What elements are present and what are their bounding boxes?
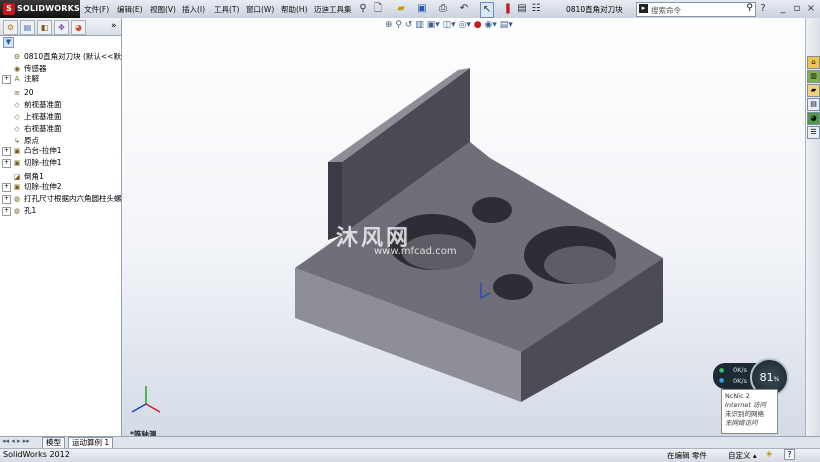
large-right-hole-bottom: [544, 246, 616, 284]
triad-z-axis: [131, 403, 147, 413]
tooltip-internet: Internet 访问: [725, 401, 766, 409]
download-speed: 0K/s: [733, 377, 747, 385]
custom-properties-icon[interactable]: ☰: [807, 126, 820, 139]
small-bottom-hole: [493, 274, 533, 300]
design-library-icon[interactable]: ▥: [807, 70, 820, 83]
tooltip-access: 无网络访问: [725, 419, 758, 427]
watermark-url: www.mfcad.com: [374, 246, 457, 257]
rebuild-status-icon[interactable]: ◈: [766, 449, 772, 458]
upload-speed: 0K/s: [733, 366, 747, 374]
status-units[interactable]: 自定义 ▴: [728, 450, 757, 461]
network-tooltip: NcNic 2 Internet 访问 未识别的网络 无网络访问: [721, 389, 778, 434]
resources-icon[interactable]: ⌂: [807, 56, 820, 69]
appearances-icon[interactable]: ◕: [807, 112, 820, 125]
upload-arrow-icon: ●: [719, 367, 725, 374]
cpu-usage-unit: %: [773, 376, 780, 383]
status-mode: 在编辑 零件: [667, 451, 707, 460]
tooltip-adapter: NcNic 2: [725, 392, 750, 400]
cpu-usage-value: 81: [759, 371, 774, 384]
tab-scroll-arrows-icon[interactable]: ◂◂ ◂ ▸ ▸▸: [2, 437, 30, 445]
triad-x-axis: [145, 403, 161, 413]
status-version: SolidWorks 2012: [3, 450, 70, 459]
view-palette-icon[interactable]: ▤: [807, 98, 820, 111]
watermark: 沐风网 www.mfcad.com: [336, 220, 496, 260]
tooltip-network: 未识别的网络: [725, 410, 764, 418]
status-help-button[interactable]: ?: [784, 449, 795, 460]
status-units-label: 自定义: [728, 451, 751, 460]
file-explorer-icon[interactable]: ▰: [807, 84, 820, 97]
download-arrow-icon: ●: [719, 377, 725, 384]
